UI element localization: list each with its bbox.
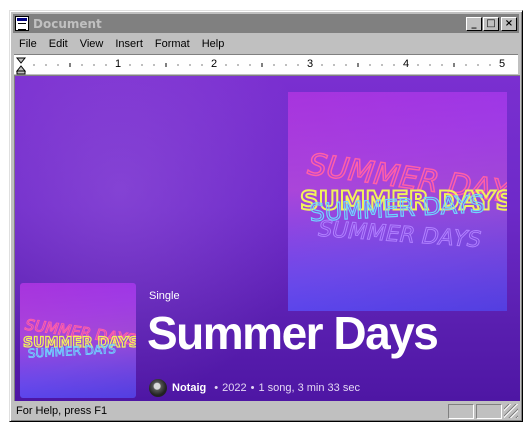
menu-file[interactable]: File <box>13 38 43 50</box>
ruler-number-1: 1 <box>115 58 121 70</box>
ruler-number-4: 4 <box>403 58 409 70</box>
menu-format[interactable]: Format <box>149 38 196 50</box>
document-app-icon[interactable] <box>15 16 29 31</box>
window-title: Document <box>33 16 102 31</box>
wordpad-window: Document _ □ × File Edit View Insert For… <box>9 10 523 422</box>
artist-name-link[interactable]: Notaig <box>172 382 206 394</box>
minimize-button[interactable]: _ <box>466 16 482 31</box>
cover-art-thumbnail-image: SUMMER DAYS SUMMER DAYS SUMMER DAYS <box>20 283 136 398</box>
title-bar[interactable]: Document _ □ × <box>13 14 519 33</box>
ruler[interactable]: 1 2 3 4 5 <box>14 54 518 75</box>
document-content[interactable]: SUMMER DAYS SUMMER DAYS SUMMER DAYS SUMM… <box>14 75 520 401</box>
release-type: Single <box>149 290 180 302</box>
meta-separator: • <box>214 382 219 394</box>
maximize-button[interactable]: □ <box>483 16 499 31</box>
status-text: For Help, press F1 <box>16 405 108 417</box>
menu-help[interactable]: Help <box>196 38 231 50</box>
cover-art-large: SUMMER DAYS SUMMER DAYS SUMMER DAYS SUMM… <box>288 92 507 311</box>
cover-art-thumbnail[interactable]: SUMMER DAYS SUMMER DAYS SUMMER DAYS <box>20 283 136 398</box>
ruler-number-3: 3 <box>307 58 313 70</box>
release-title: Summer Days <box>147 307 439 359</box>
status-bar: For Help, press F1 <box>14 403 518 419</box>
ruler-number-5: 5 <box>499 58 505 70</box>
release-year: 2022 <box>222 382 247 394</box>
ruler-number-2: 2 <box>211 58 217 70</box>
cover-art-image: SUMMER DAYS SUMMER DAYS SUMMER DAYS SUMM… <box>288 92 507 311</box>
close-button[interactable]: × <box>501 16 517 31</box>
menu-insert[interactable]: Insert <box>109 38 149 50</box>
release-details: 1 song, 3 min 33 sec <box>258 382 360 394</box>
status-cell <box>448 403 474 419</box>
left-indent-marker[interactable] <box>15 57 27 75</box>
menu-edit[interactable]: Edit <box>43 38 74 50</box>
ruler-scale: 1 2 3 4 5 <box>15 57 505 75</box>
status-cell <box>476 403 502 419</box>
menu-view[interactable]: View <box>74 38 110 50</box>
artist-avatar[interactable] <box>149 379 167 397</box>
meta-separator: • <box>250 382 255 394</box>
menu-bar: File Edit View Insert Format Help <box>13 35 519 53</box>
release-meta: Notaig • 2022 • 1 song, 3 min 33 sec <box>149 379 360 397</box>
resize-grip[interactable] <box>504 404 518 418</box>
